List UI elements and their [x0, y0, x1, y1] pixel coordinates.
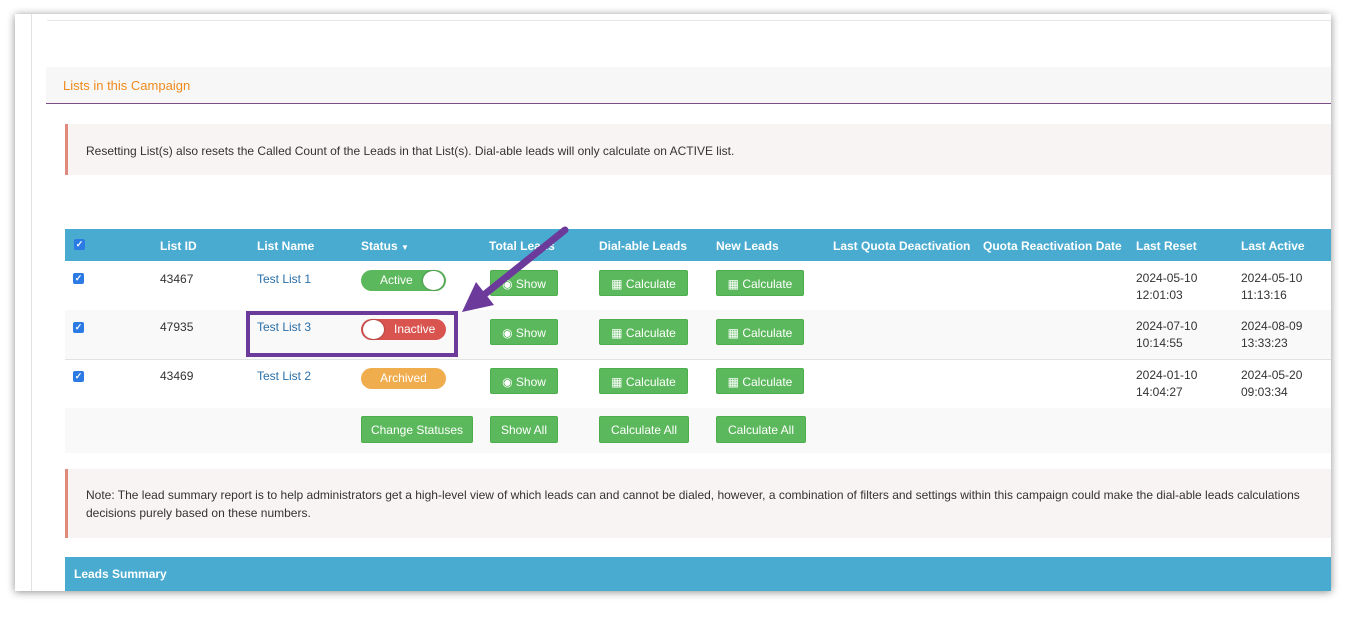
- arrow-annotation: [462, 226, 569, 312]
- screenshot-frame: Lists in this Campaign Resetting List(s)…: [15, 14, 1331, 591]
